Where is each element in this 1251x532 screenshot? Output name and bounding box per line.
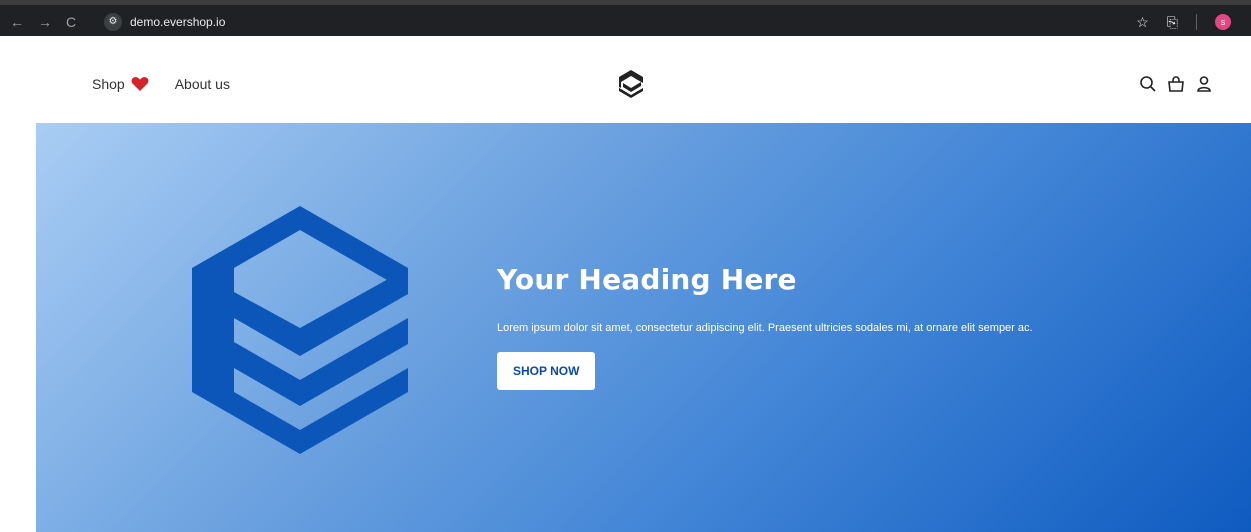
evershop-hero-logo (192, 206, 408, 454)
hero-description: Lorem ipsum dolor sit amet, consectetur … (497, 322, 1033, 334)
profile-avatar[interactable]: s (1215, 14, 1231, 30)
evershop-logo[interactable] (615, 68, 647, 100)
menu-item-label: About us (174, 76, 230, 92)
menu-item-shop[interactable]: Shop (92, 76, 149, 92)
hero-heading: Your Heading Here (497, 263, 797, 296)
nav-buttons: ← → C (10, 12, 76, 32)
forward-icon[interactable]: → (38, 12, 52, 32)
site-settings-icon[interactable]: ⚙ (104, 13, 122, 31)
back-icon[interactable]: ← (10, 12, 24, 32)
hero-content: Your Heading Here Lorem ipsum dolor sit … (497, 263, 1197, 390)
shopping-bag-icon[interactable] (1167, 75, 1185, 93)
address-bar[interactable] (100, 10, 1160, 34)
user-icon[interactable] (1195, 75, 1213, 93)
bookmark-star-icon[interactable]: ☆ (1136, 12, 1149, 32)
menu-item-label: Shop (92, 76, 125, 92)
site-header: Shop About us (0, 48, 1251, 123)
extensions-icon[interactable]: ⎘ (1167, 12, 1178, 32)
shop-now-button[interactable]: SHOP NOW (497, 352, 596, 390)
search-icon[interactable] (1139, 75, 1157, 93)
divider (1196, 14, 1197, 30)
menu-item-about[interactable]: About us (175, 76, 230, 92)
hero-banner: Your Heading Here Lorem ipsum dolor sit … (36, 123, 1251, 532)
main-menu: Shop About us (92, 76, 230, 92)
browser-chrome: ← → C ⚙ demo.evershop.io ☆ ⎘ s (0, 0, 1251, 48)
header-actions (1139, 75, 1213, 93)
chrome-actions: ☆ ⎘ s (1136, 12, 1231, 32)
reload-icon[interactable]: C (66, 12, 76, 32)
url-text[interactable]: demo.evershop.io (130, 14, 225, 30)
heart-icon (131, 77, 149, 91)
